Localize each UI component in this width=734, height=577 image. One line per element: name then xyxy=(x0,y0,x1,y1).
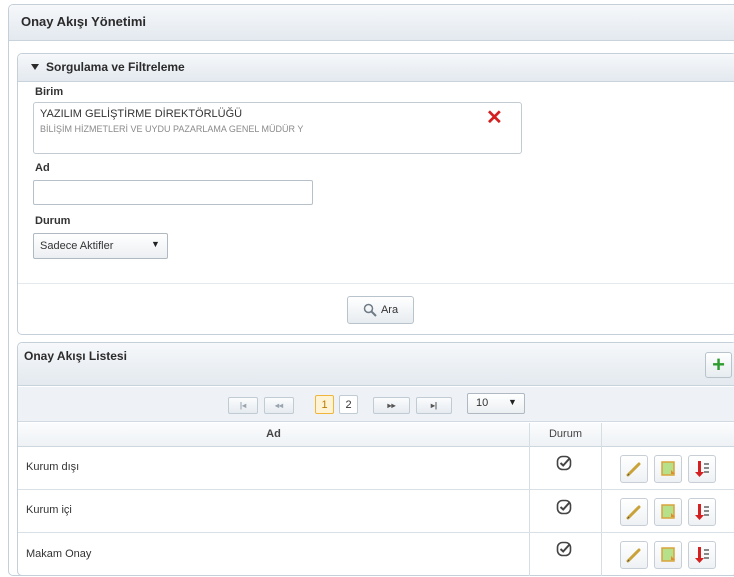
list-title: Onay Akışı Listesi xyxy=(24,349,127,363)
active-status-icon xyxy=(556,455,572,471)
plus-icon: + xyxy=(712,352,725,377)
page-1-button[interactable]: 1 xyxy=(315,395,334,414)
first-page-button[interactable]: |◂ xyxy=(228,397,258,414)
search-button-label: Ara xyxy=(380,304,399,316)
next-page-button[interactable]: ▸▸ xyxy=(373,397,410,414)
edit-button[interactable] xyxy=(620,541,648,569)
pencil-icon xyxy=(626,505,641,520)
pencil-icon xyxy=(626,462,641,477)
row-ad-cell: Kurum dışı xyxy=(26,461,80,473)
ad-input[interactable] xyxy=(33,180,313,205)
durum-select-value: Sadece Aktifler xyxy=(40,240,114,252)
edit-button[interactable] xyxy=(620,498,648,526)
edit-button[interactable] xyxy=(620,455,648,483)
row-ad-cell: Kurum içi xyxy=(26,504,72,516)
filter-title: Sorgulama ve Filtreleme xyxy=(46,60,185,74)
col-header-durum[interactable]: Durum xyxy=(530,428,601,440)
col-header-ad[interactable]: Ad xyxy=(18,428,529,440)
delete-history-button[interactable] xyxy=(688,541,716,569)
ad-label: Ad xyxy=(35,162,50,174)
filter-divider xyxy=(18,283,734,284)
birim-sub: BİLİŞİM HİZMETLERİ VE UYDU PAZARLAMA GEN… xyxy=(40,124,304,134)
row-ad-cell: Makam Onay xyxy=(26,548,92,560)
search-icon xyxy=(363,303,377,317)
add-button[interactable]: + xyxy=(705,352,732,378)
copy-icon xyxy=(661,504,675,519)
delete-history-button[interactable] xyxy=(688,498,716,526)
delete-list-icon xyxy=(695,504,709,520)
birim-value: YAZILIM GELİŞTİRME DİREKTÖRLÜĞÜ xyxy=(40,108,243,120)
active-status-icon xyxy=(556,499,572,515)
search-button[interactable]: Ara xyxy=(347,296,414,324)
delete-list-icon xyxy=(695,547,709,563)
clear-icon[interactable]: ✕ xyxy=(486,108,503,128)
collapse-triangle-icon[interactable] xyxy=(31,64,39,70)
delete-history-button[interactable] xyxy=(688,455,716,483)
copy-button[interactable] xyxy=(654,455,682,483)
copy-icon xyxy=(661,461,675,476)
copy-button[interactable] xyxy=(654,498,682,526)
durum-label: Durum xyxy=(35,215,71,227)
delete-list-icon xyxy=(695,461,709,477)
page-2-button[interactable]: 2 xyxy=(339,395,358,414)
copy-icon xyxy=(661,547,675,562)
pencil-icon xyxy=(626,548,641,563)
prev-page-button[interactable]: ◂◂ xyxy=(264,397,294,414)
chevron-down-icon: ▼ xyxy=(508,397,517,407)
page-size-value: 10 xyxy=(476,397,489,409)
chevron-down-icon: ▼ xyxy=(151,239,160,249)
last-page-button[interactable]: ▸| xyxy=(416,397,452,414)
copy-button[interactable] xyxy=(654,541,682,569)
active-status-icon xyxy=(556,541,572,557)
birim-label: Birim xyxy=(35,86,64,98)
page-title: Onay Akışı Yönetimi xyxy=(21,14,146,29)
